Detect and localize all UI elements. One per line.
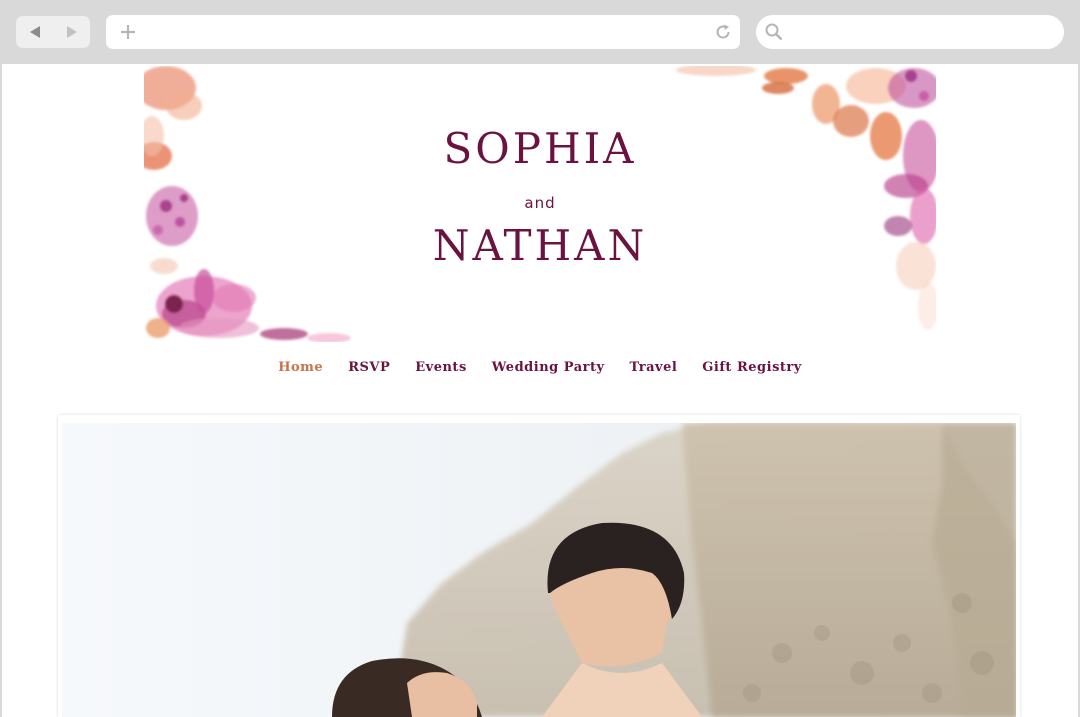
nav-item-events[interactable]: Events xyxy=(415,360,467,375)
refresh-icon[interactable] xyxy=(714,23,732,41)
forward-arrow-icon xyxy=(66,26,77,38)
back-arrow-icon xyxy=(29,26,40,38)
couple-photo xyxy=(62,423,1016,717)
site-header: SOPHIA and NATHAN xyxy=(144,66,936,342)
groom-name: NATHAN xyxy=(432,221,648,270)
conjunction-text: and xyxy=(524,194,556,212)
browser-frame-left xyxy=(0,64,2,717)
plus-icon[interactable] xyxy=(118,22,138,42)
nav-item-gift-registry[interactable]: Gift Registry xyxy=(702,360,802,375)
site-navigation: Home RSVP Events Wedding Party Travel Gi… xyxy=(0,356,1080,378)
nav-item-travel[interactable]: Travel xyxy=(630,360,678,375)
nav-item-home[interactable]: Home xyxy=(278,360,323,375)
nav-item-wedding-party[interactable]: Wedding Party xyxy=(492,360,605,375)
forward-button[interactable] xyxy=(53,16,90,48)
nav-item-rsvp[interactable]: RSVP xyxy=(348,360,390,375)
browser-toolbar xyxy=(0,0,1080,64)
hero-photo-card xyxy=(58,415,1020,717)
couple-names: SOPHIA and NATHAN xyxy=(144,66,936,342)
search-bar[interactable] xyxy=(756,15,1064,49)
back-button[interactable] xyxy=(16,16,53,48)
address-bar[interactable] xyxy=(106,15,740,49)
bride-name: SOPHIA xyxy=(443,124,637,173)
navigation-buttons xyxy=(16,16,90,48)
search-icon xyxy=(765,23,783,41)
